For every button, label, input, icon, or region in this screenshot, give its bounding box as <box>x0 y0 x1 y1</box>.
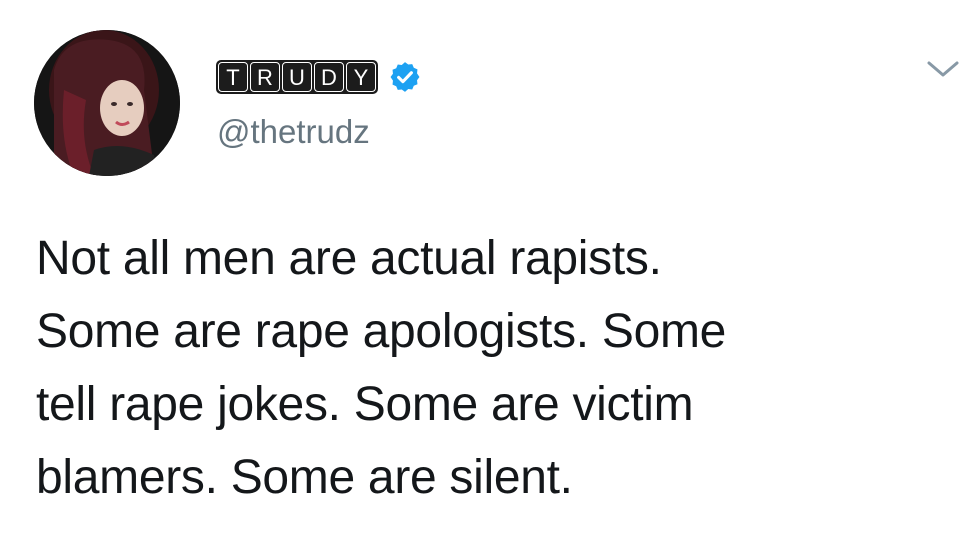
tweet-line: blamers. Some are silent. <box>36 451 573 504</box>
tweet-card[interactable]: T R U D Y @thetrudz Not all men are actu… <box>0 0 960 539</box>
avatar[interactable] <box>34 30 180 176</box>
display-name-row[interactable]: T R U D Y <box>216 58 422 96</box>
chevron-down-icon[interactable] <box>925 58 960 80</box>
display-name[interactable]: T R U D Y <box>216 60 378 94</box>
display-name-letter: T <box>218 62 248 92</box>
tweet-line: Some are rape apologists. Some <box>36 305 727 358</box>
display-name-letter: U <box>282 62 312 92</box>
tweet-text: Not all men are actual rapists. Some are… <box>36 222 936 514</box>
avatar-photo <box>34 30 180 176</box>
verified-badge-icon <box>390 62 420 92</box>
display-name-letter: Y <box>346 62 376 92</box>
tweet-line: Not all men are actual rapists. <box>36 232 662 285</box>
tweet-line: tell rape jokes. Some are victim <box>36 378 694 431</box>
user-handle[interactable]: @thetrudz <box>217 113 370 151</box>
display-name-letter: R <box>250 62 280 92</box>
display-name-letter: D <box>314 62 344 92</box>
